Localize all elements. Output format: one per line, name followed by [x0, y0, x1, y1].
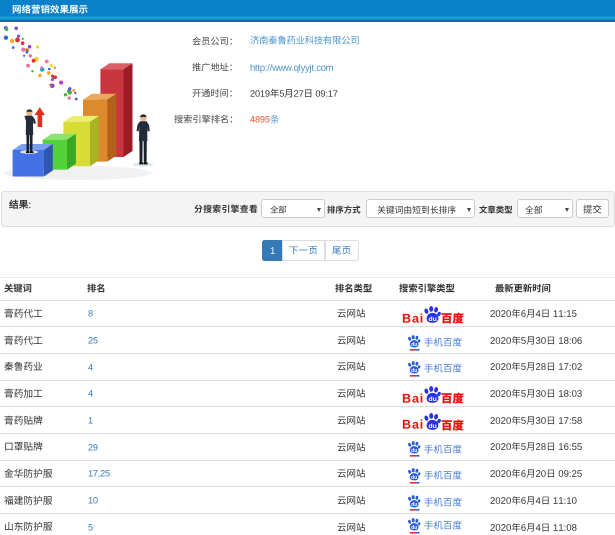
svg-text:du: du: [411, 368, 417, 374]
svg-text:du: du: [411, 448, 417, 454]
svg-text:du: du: [411, 525, 417, 531]
svg-text:du: du: [429, 316, 437, 323]
svg-text:du: du: [429, 396, 437, 403]
svg-text:du: du: [411, 342, 417, 348]
svg-text:du: du: [411, 502, 417, 508]
svg-text:du: du: [429, 422, 437, 429]
svg-text:du: du: [411, 475, 417, 481]
